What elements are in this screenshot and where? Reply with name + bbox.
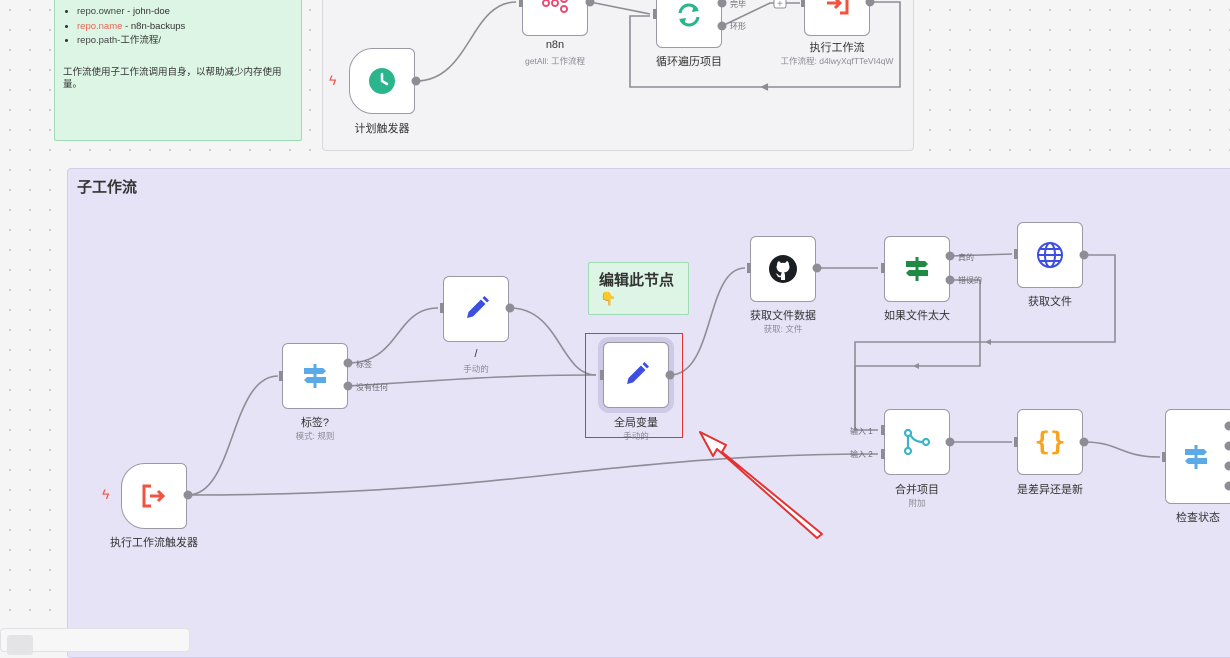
panel-toggle[interactable] xyxy=(7,635,33,655)
canvas-panel[interactable] xyxy=(0,628,190,652)
annotation-arrow xyxy=(0,0,1230,644)
